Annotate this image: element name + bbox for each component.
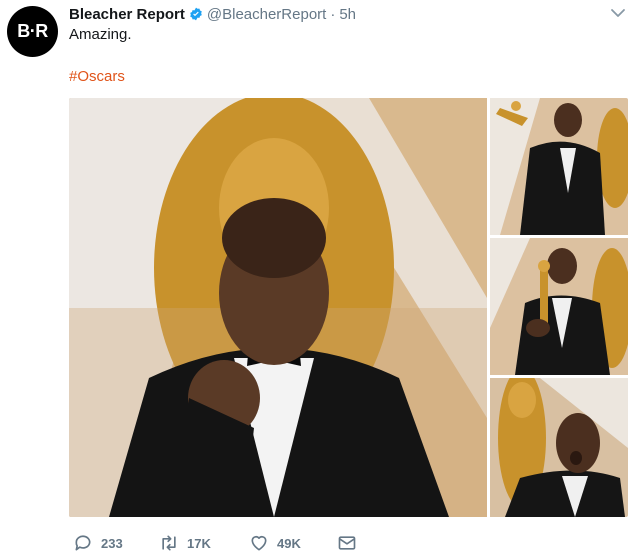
media-photo-4[interactable] [490,378,628,517]
reply-icon [75,535,91,551]
author-handle[interactable]: @BleacherReport [207,6,326,23]
heart-icon [251,535,267,551]
separator-dot: · [330,5,336,23]
envelope-icon [338,536,356,550]
media-grid [69,98,628,517]
like-count: 49K [277,535,301,551]
media-photo-3[interactable] [490,238,628,375]
timestamp[interactable]: 5h [339,6,356,23]
avatar[interactable]: B·R [7,6,58,57]
like-button[interactable]: 49K [249,533,301,553]
direct-message-button[interactable] [337,533,365,553]
reply-button[interactable]: 233 [73,533,123,553]
media-photo-2[interactable] [490,98,628,235]
retweet-icon [162,535,176,551]
retweet-count: 17K [187,535,211,551]
tweet-text: Amazing. [69,26,132,43]
media-photo-main[interactable] [69,98,487,517]
author-name[interactable]: Bleacher Report [69,6,185,23]
verified-badge-icon [189,7,203,21]
tweet-header: Bleacher Report @BleacherReport · 5h [69,4,356,24]
reply-count: 233 [101,535,123,551]
hashtag-link[interactable]: #Oscars [69,67,125,87]
retweet-button[interactable]: 17K [159,533,211,553]
chevron-down-icon[interactable] [610,6,626,20]
